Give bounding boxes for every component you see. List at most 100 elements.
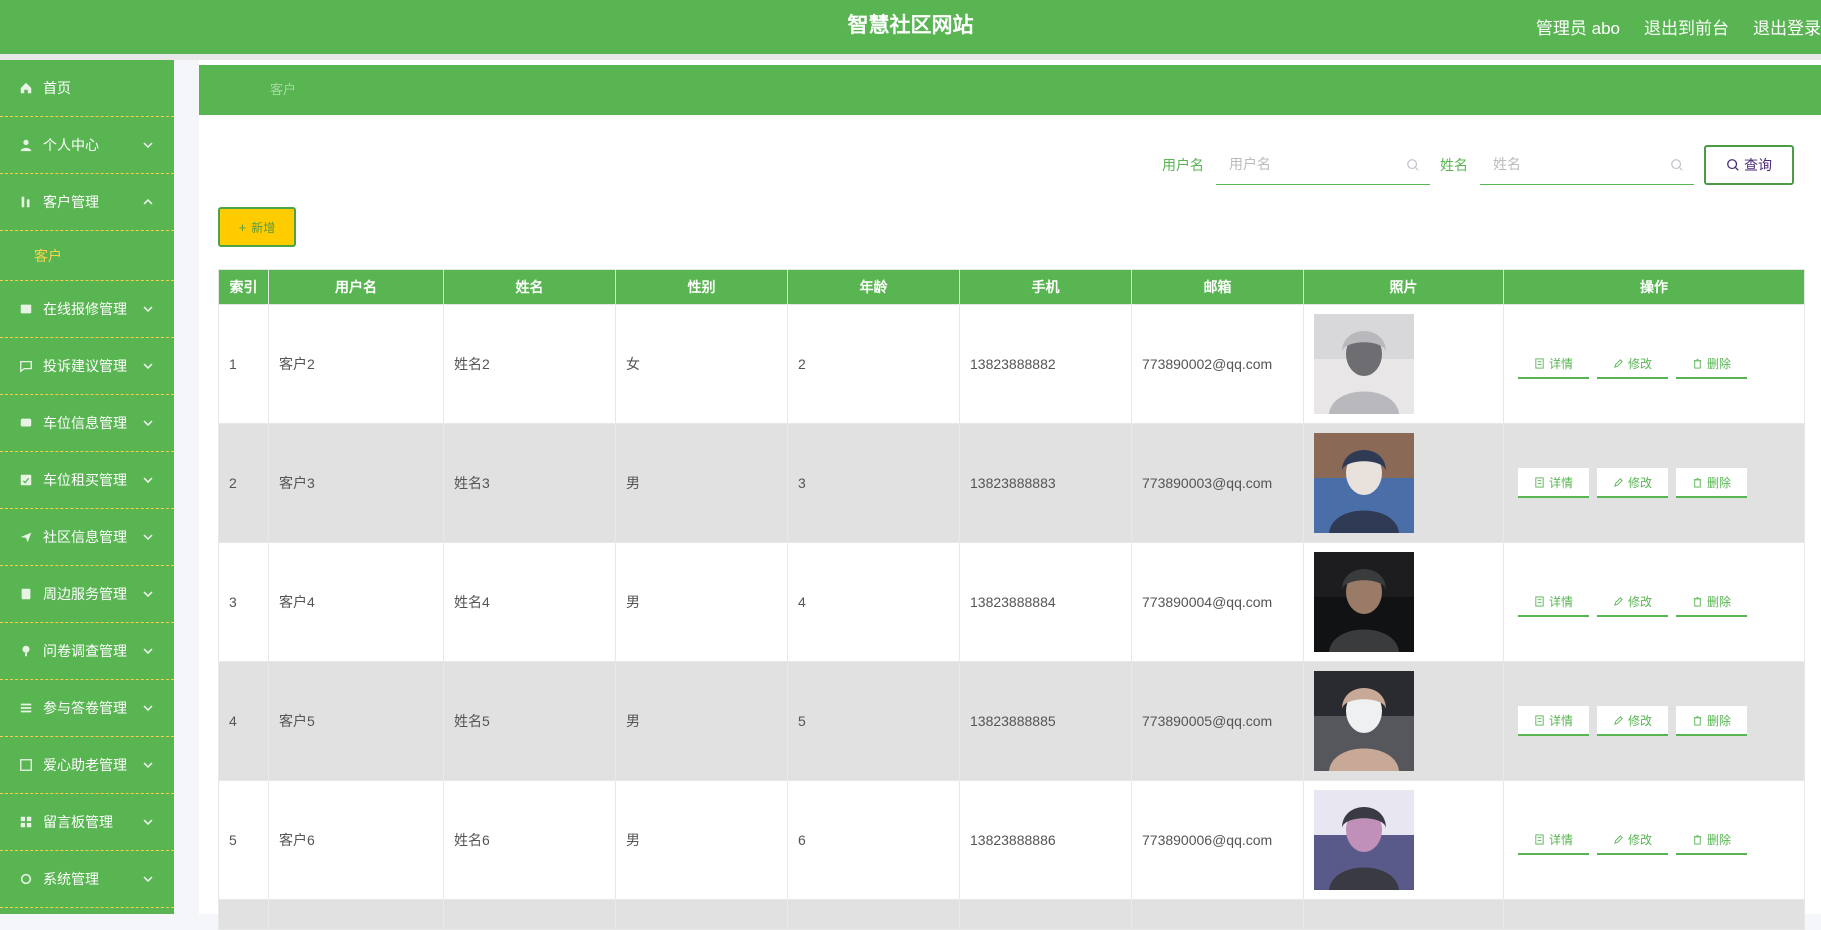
parking-icon <box>19 416 33 430</box>
empty-cell <box>1303 899 1504 930</box>
column-header[interactable]: 手机 <box>959 269 1132 305</box>
email-cell: 773890006@qq.com <box>1131 780 1304 900</box>
column-header[interactable]: 索引 <box>218 269 269 305</box>
sidebar-item[interactable]: 客户管理 <box>0 174 174 231</box>
age-cell: 4 <box>787 542 960 662</box>
detail-button[interactable]: 详情 <box>1518 587 1589 617</box>
username-search-input[interactable] <box>1216 145 1430 183</box>
sidebar-item-label: 问卷调查管理 <box>43 643 127 659</box>
empty-cell <box>1503 899 1805 930</box>
column-header[interactable]: 邮箱 <box>1131 269 1304 305</box>
sidebar-item[interactable]: 首页 <box>0 60 174 117</box>
sidebar-item[interactable]: 社区信息管理 <box>0 509 174 566</box>
query-button-label: 查询 <box>1744 157 1772 173</box>
sidebar-item[interactable]: 周边服务管理 <box>0 566 174 623</box>
username-cell: 客户4 <box>268 542 444 662</box>
delete-button[interactable]: 删除 <box>1676 349 1747 379</box>
column-header[interactable]: 姓名 <box>443 269 616 305</box>
name-cell: 姓名4 <box>443 542 616 662</box>
column-header[interactable]: 照片 <box>1303 269 1504 305</box>
edit-button[interactable]: 修改 <box>1597 468 1668 498</box>
sidebar-item[interactable]: 爱心助老管理 <box>0 737 174 794</box>
sidebar-item-label: 参与答卷管理 <box>43 700 127 716</box>
sidebar-item[interactable]: 投诉建议管理 <box>0 338 174 395</box>
detail-button-label: 详情 <box>1548 594 1573 609</box>
query-button[interactable]: 查询 <box>1704 145 1794 185</box>
customer-photo[interactable] <box>1314 671 1414 771</box>
empty-cell <box>959 899 1132 930</box>
delete-button[interactable]: 删除 <box>1676 825 1747 855</box>
edit-button[interactable]: 修改 <box>1597 825 1668 855</box>
sidebar-subitem[interactable]: 客户 <box>0 231 174 281</box>
customer-photo[interactable] <box>1314 552 1414 652</box>
delete-button[interactable]: 删除 <box>1676 587 1747 617</box>
chevron-down-icon <box>141 701 155 715</box>
column-header[interactable]: 年龄 <box>787 269 960 305</box>
edit-button[interactable]: 修改 <box>1597 587 1668 617</box>
customer-photo[interactable] <box>1314 314 1414 414</box>
trash-icon <box>1693 477 1702 488</box>
column-header[interactable]: 性别 <box>615 269 788 305</box>
edit-button-label: 修改 <box>1627 713 1652 728</box>
sidebar-item[interactable]: 车位信息管理 <box>0 395 174 452</box>
edit-button[interactable]: 修改 <box>1597 706 1668 736</box>
column-header[interactable]: 操作 <box>1503 269 1805 305</box>
search-icon <box>1407 159 1419 171</box>
sidebar-item[interactable]: 车位租买管理 <box>0 452 174 509</box>
name-search-input[interactable] <box>1480 145 1694 183</box>
sidebar-item[interactable]: 留言板管理 <box>0 794 174 851</box>
chevron-down-icon <box>141 872 155 886</box>
phone-cell: 13823888882 <box>959 304 1132 424</box>
sidebar-item[interactable]: 问卷调查管理 <box>0 623 174 680</box>
name-search-label: 姓名 <box>1440 157 1468 173</box>
delete-button[interactable]: 删除 <box>1676 468 1747 498</box>
sidebar-item[interactable]: 个人中心 <box>0 117 174 174</box>
username-cell: 客户5 <box>268 661 444 781</box>
search-form: 用户名 姓名 查询 <box>1162 145 1794 185</box>
phone-cell: 13823888883 <box>959 423 1132 543</box>
sidebar-item[interactable]: 系统管理 <box>0 851 174 908</box>
breadcrumb-current[interactable]: 客户 <box>270 65 296 115</box>
index-cell: 5 <box>218 780 269 900</box>
email-cell: 773890004@qq.com <box>1131 542 1304 662</box>
index-cell: 4 <box>218 661 269 781</box>
username-cell: 客户2 <box>268 304 444 424</box>
index-cell: 2 <box>218 423 269 543</box>
empty-cell <box>443 899 616 930</box>
edit-button-label: 修改 <box>1627 356 1652 371</box>
name-cell: 姓名3 <box>443 423 616 543</box>
sidebar-item-label: 个人中心 <box>43 137 99 153</box>
delete-button-label: 删除 <box>1706 356 1731 371</box>
delete-button[interactable]: 删除 <box>1676 706 1747 736</box>
detail-button[interactable]: 详情 <box>1518 468 1589 498</box>
survey-icon <box>19 644 33 658</box>
name-cell: 姓名5 <box>443 661 616 781</box>
customer-photo[interactable] <box>1314 790 1414 890</box>
service-icon <box>19 587 33 601</box>
customer-photo[interactable] <box>1314 433 1414 533</box>
sidebar-item[interactable]: 参与答卷管理 <box>0 680 174 737</box>
document-icon <box>1535 476 1544 488</box>
detail-button[interactable]: 详情 <box>1518 825 1589 855</box>
gender-cell: 女 <box>615 304 788 424</box>
chevron-down-icon <box>141 758 155 772</box>
add-button-label: 新增 <box>251 220 276 235</box>
add-button[interactable]: + 新增 <box>218 207 296 247</box>
name-cell: 姓名6 <box>443 780 616 900</box>
email-cell: 773890002@qq.com <box>1131 304 1304 424</box>
detail-button[interactable]: 详情 <box>1518 349 1589 379</box>
actions-cell: 详情 修改 删除 <box>1503 542 1805 662</box>
column-header[interactable]: 用户名 <box>268 269 444 305</box>
customer-table: 索引 用户名 姓名 性别 年龄 手机 邮箱 照片 操作 1 客户2 姓名2 女 2 138… <box>218 269 1805 930</box>
to-front-link[interactable]: 退出到前台 <box>1644 14 1729 39</box>
repair-icon <box>19 302 33 316</box>
edit-button[interactable]: 修改 <box>1597 349 1668 379</box>
phone-cell: 13823888885 <box>959 661 1132 781</box>
sidebar-item[interactable]: 在线报修管理 <box>0 281 174 338</box>
detail-button-label: 详情 <box>1548 356 1573 371</box>
chevron-down-icon <box>141 138 155 152</box>
gender-cell: 男 <box>615 423 788 543</box>
admin-label: 管理员 abo <box>1535 18 1620 38</box>
detail-button[interactable]: 详情 <box>1518 706 1589 736</box>
logout-link[interactable]: 退出登录 <box>1753 14 1821 39</box>
